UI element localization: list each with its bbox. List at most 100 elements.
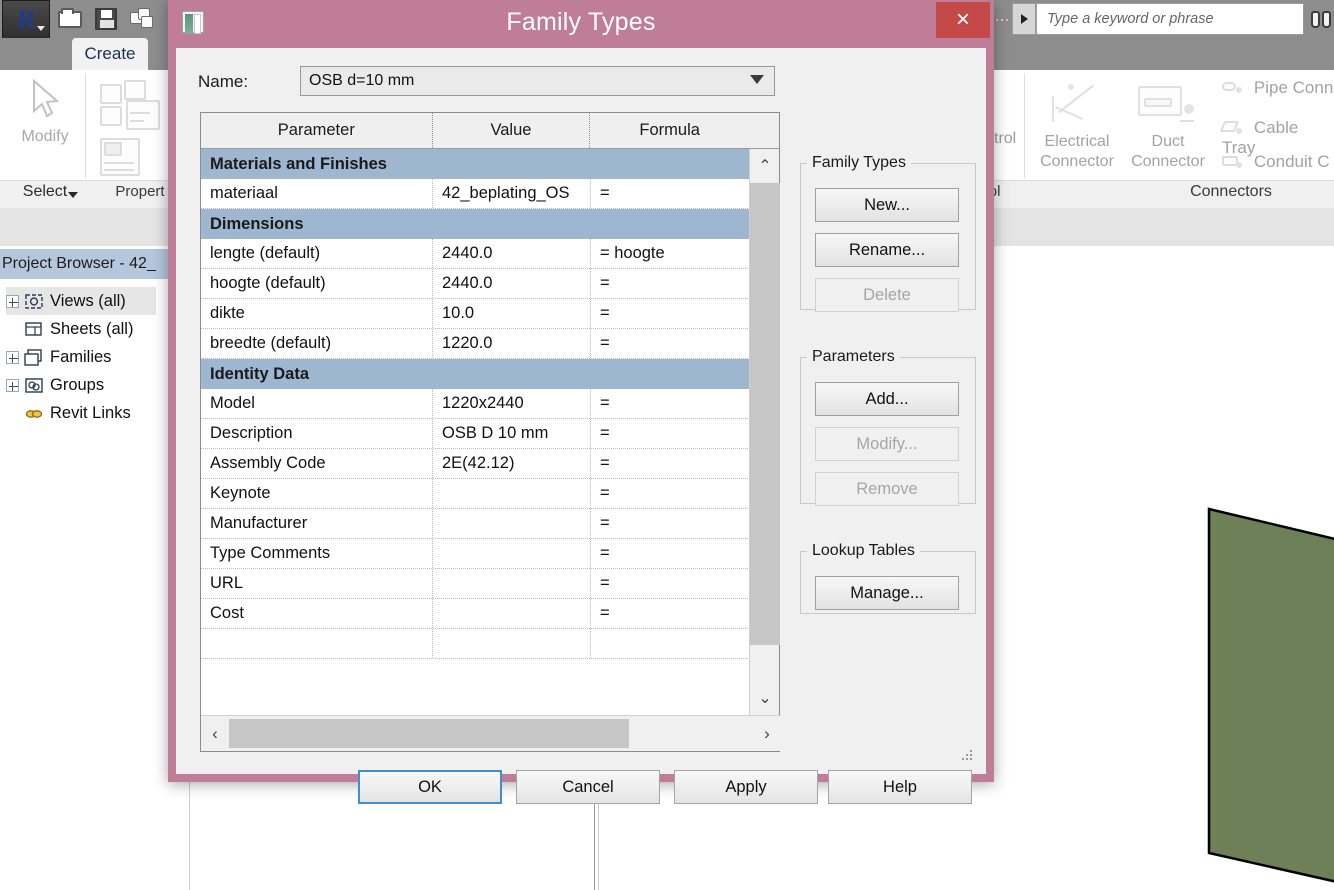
cell-value[interactable] — [433, 509, 591, 538]
sidebar-item-families[interactable]: Families — [6, 343, 111, 371]
model-3d-panel[interactable] — [1201, 501, 1334, 890]
search-dropdown-button[interactable] — [1012, 3, 1036, 35]
family-category-icon[interactable] — [100, 80, 172, 138]
help-button[interactable]: Help — [828, 770, 972, 804]
table-row[interactable]: Cost = — [201, 599, 750, 629]
scroll-down-icon[interactable]: ⌄ — [750, 681, 780, 715]
cell-value[interactable]: 2440.0 — [433, 269, 591, 298]
scroll-right-icon[interactable]: › — [753, 716, 781, 752]
ok-button[interactable]: OK — [358, 770, 502, 804]
modify-parameter-button[interactable]: Modify... — [815, 427, 959, 461]
table-row[interactable]: Description OSB D 10 mm = — [201, 419, 750, 449]
table-row[interactable]: Type Comments = — [201, 539, 750, 569]
cell-formula[interactable]: = — [591, 389, 750, 418]
sidebar-item-sheets[interactable]: Sheets (all) — [6, 315, 133, 343]
table-row[interactable]: Assembly Code 2E(42.12) = — [201, 449, 750, 479]
cell-value[interactable] — [433, 629, 591, 658]
scroll-left-icon[interactable]: ‹ — [201, 716, 229, 752]
close-icon[interactable]: × — [936, 2, 990, 38]
cell-parameter[interactable]: dikte — [201, 299, 433, 328]
cell-formula[interactable]: = — [591, 269, 750, 298]
cell-formula[interactable]: = — [591, 509, 750, 538]
cell-parameter[interactable]: breedte (default) — [201, 329, 433, 358]
cell-formula[interactable]: = — [591, 419, 750, 448]
cell-value[interactable] — [433, 569, 591, 598]
cell-value[interactable]: 42_beplating_OS — [433, 179, 591, 208]
cell-value[interactable] — [433, 599, 591, 628]
cell-formula[interactable]: = — [591, 569, 750, 598]
table-row[interactable]: URL = — [201, 569, 750, 599]
sidebar-item-views[interactable]: Views (all) — [6, 287, 156, 315]
cell-value[interactable]: 2440.0 — [433, 239, 591, 268]
cell-value[interactable]: OSB D 10 mm — [433, 419, 591, 448]
family-types-icon[interactable] — [100, 138, 172, 184]
cell-value[interactable] — [433, 539, 591, 568]
cell-formula[interactable]: = — [591, 599, 750, 628]
table-row[interactable]: dikte 10.0 = — [201, 299, 750, 329]
cell-parameter[interactable]: Model — [201, 389, 433, 418]
cell-formula[interactable]: = — [591, 479, 750, 508]
cell-parameter[interactable] — [201, 629, 433, 658]
duct-connector-icon[interactable] — [1138, 82, 1206, 134]
table-horizontal-scrollbar[interactable]: ‹ › — [201, 715, 781, 751]
cell-formula[interactable]: = hoogte — [591, 239, 750, 268]
pipe-connector-button[interactable]: Pipe Conn — [1222, 78, 1333, 98]
table-row[interactable]: breedte (default) 1220.0 = — [201, 329, 750, 359]
cell-parameter[interactable]: Description — [201, 419, 433, 448]
cancel-button[interactable]: Cancel — [516, 770, 660, 804]
scroll-up-icon[interactable]: ⌃ — [750, 149, 780, 183]
cell-parameter[interactable]: Cost — [201, 599, 433, 628]
rename-button[interactable]: Rename... — [815, 233, 959, 267]
cell-parameter[interactable]: lengte (default) — [201, 239, 433, 268]
table-vertical-scrollbar[interactable]: ⌃ ⌄ — [749, 149, 780, 715]
electrical-connector-icon[interactable] — [1040, 78, 1118, 136]
conduit-connector-button[interactable]: Conduit C — [1222, 152, 1330, 172]
manage-lookup-tables-button[interactable]: Manage... — [815, 576, 959, 610]
table-row[interactable] — [201, 629, 750, 659]
dialog-title-bar[interactable]: Family Types × — [168, 0, 994, 48]
cell-formula[interactable]: = — [591, 329, 750, 358]
expand-icon[interactable] — [6, 294, 19, 308]
vertical-scroll-thumb[interactable] — [750, 183, 780, 645]
new-button[interactable]: New... — [815, 188, 959, 222]
open-button[interactable] — [54, 4, 86, 34]
cell-value[interactable]: 1220.0 — [433, 329, 591, 358]
column-header-formula[interactable]: Formula — [590, 113, 749, 148]
cell-value[interactable]: 1220x2440 — [433, 389, 591, 418]
project-browser-tree[interactable]: Views (all) Sheets (all) Families Groups — [0, 279, 190, 890]
table-body[interactable]: Materials and Finishes materiaal 42_beplat… — [201, 149, 750, 715]
sidebar-item-revit-links[interactable]: Revit Links — [6, 399, 131, 427]
cell-formula[interactable]: = — [591, 449, 750, 478]
cell-parameter[interactable]: URL — [201, 569, 433, 598]
find-icon[interactable] — [1308, 3, 1334, 35]
cell-parameter[interactable]: materiaal — [201, 179, 433, 208]
cell-formula[interactable]: = — [591, 299, 750, 328]
column-header-parameter[interactable]: Parameter — [201, 113, 433, 148]
table-row[interactable]: Model 1220x2440 = — [201, 389, 750, 419]
column-header-value[interactable]: Value — [433, 113, 591, 148]
apply-button[interactable]: Apply — [674, 770, 818, 804]
resize-grip[interactable] — [962, 750, 974, 762]
family-type-select[interactable]: OSB d=10 mm — [300, 66, 775, 96]
cell-parameter[interactable]: Keynote — [201, 479, 433, 508]
add-parameter-button[interactable]: Add... — [815, 382, 959, 416]
default-3d-view-button[interactable] — [126, 4, 158, 34]
cell-parameter[interactable]: Type Comments — [201, 539, 433, 568]
table-row[interactable]: Manufacturer = — [201, 509, 750, 539]
table-row[interactable]: materiaal 42_beplating_OS = — [201, 179, 750, 209]
expand-icon[interactable] — [6, 350, 19, 364]
cell-parameter[interactable]: Manufacturer — [201, 509, 433, 538]
application-menu-button[interactable]: R — [2, 0, 50, 40]
cell-parameter[interactable]: hoogte (default) — [201, 269, 433, 298]
cell-value[interactable]: 10.0 — [433, 299, 591, 328]
cell-formula[interactable]: = — [591, 539, 750, 568]
expand-icon[interactable] — [6, 378, 19, 392]
save-button[interactable] — [90, 4, 122, 34]
search-input[interactable]: Type a keyword or phrase — [1036, 3, 1304, 35]
remove-parameter-button[interactable]: Remove — [815, 472, 959, 506]
sidebar-item-groups[interactable]: Groups — [6, 371, 104, 399]
cell-value[interactable]: 2E(42.12) — [433, 449, 591, 478]
cell-parameter[interactable]: Assembly Code — [201, 449, 433, 478]
cell-formula[interactable] — [591, 629, 750, 658]
cell-value[interactable] — [433, 479, 591, 508]
